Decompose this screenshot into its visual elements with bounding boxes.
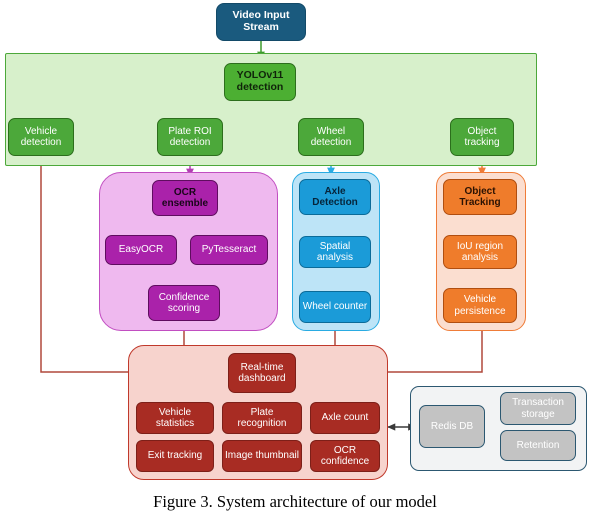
node-retention: Retention [500, 430, 576, 461]
node-label: Object tracking [464, 125, 500, 148]
node-wheel-counter: Wheel counter [299, 291, 371, 323]
node-video-input-stream: Video Input Stream [216, 3, 306, 41]
node-object-tracking-detection: Object tracking [450, 118, 514, 156]
node-label: Vehicle detection [20, 125, 62, 148]
node-vehicle-statistics: Vehicle statistics [136, 402, 214, 434]
node-wheel-detection: Wheel detection [298, 118, 364, 156]
node-spatial-analysis: Spatial analysis [299, 236, 371, 268]
node-label: Vehicle statistics [155, 406, 195, 429]
node-plate-roi-detection: Plate ROI detection [157, 118, 223, 156]
node-pytesseract: PyTesseract [190, 235, 268, 265]
node-label: Video Input Stream [232, 9, 290, 33]
node-label: Axle count [321, 412, 369, 424]
node-label: Image thumbnail [225, 450, 299, 462]
node-label: IoU region analysis [456, 240, 504, 263]
node-label: Real-time dashboard [238, 361, 286, 384]
node-vehicle-persistence: Vehicle persistence [443, 288, 517, 323]
node-label: YOLOv11 detection [236, 69, 284, 93]
node-exit-tracking: Exit tracking [136, 440, 214, 472]
node-ocr-confidence: OCR confidence [310, 440, 380, 472]
node-redis-db: Redis DB [419, 405, 485, 448]
node-realtime-dashboard: Real-time dashboard [228, 353, 296, 393]
node-ocr-ensemble: OCR ensemble [152, 180, 218, 216]
node-vehicle-detection: Vehicle detection [8, 118, 74, 156]
node-label: PyTesseract [201, 244, 257, 256]
node-axle-count: Axle count [310, 402, 380, 434]
node-yolov11-detection: YOLOv11 detection [224, 63, 296, 101]
node-iou-region-analysis: IoU region analysis [443, 235, 517, 269]
figure-caption: Figure 3. System architecture of our mod… [153, 492, 437, 511]
node-label: Retention [516, 439, 560, 451]
node-object-tracking: Object Tracking [443, 179, 517, 215]
node-image-thumbnail: Image thumbnail [222, 440, 302, 472]
node-label: Spatial analysis [316, 240, 354, 263]
node-label: OCR ensemble [161, 186, 209, 209]
node-label: OCR confidence [320, 444, 370, 467]
node-label: EasyOCR [118, 244, 164, 256]
node-plate-recognition: Plate recognition [222, 402, 302, 434]
node-label: Redis DB [430, 420, 474, 432]
node-label: Confidence scoring [158, 291, 210, 314]
node-label: Exit tracking [147, 450, 203, 462]
node-label: Axle Detection [312, 185, 358, 208]
node-label: Plate ROI detection [168, 125, 212, 148]
node-transaction-storage: Transaction storage [500, 392, 576, 425]
node-axle-detection: Axle Detection [299, 179, 371, 215]
node-label: Wheel counter [302, 301, 368, 313]
node-label: Transaction storage [512, 397, 564, 420]
node-label: Plate recognition [237, 406, 287, 429]
node-label: Wheel detection [310, 125, 352, 148]
node-easyocr: EasyOCR [105, 235, 177, 265]
node-label: Object Tracking [459, 185, 501, 208]
node-confidence-scoring: Confidence scoring [148, 285, 220, 321]
node-label: Vehicle persistence [454, 294, 506, 317]
